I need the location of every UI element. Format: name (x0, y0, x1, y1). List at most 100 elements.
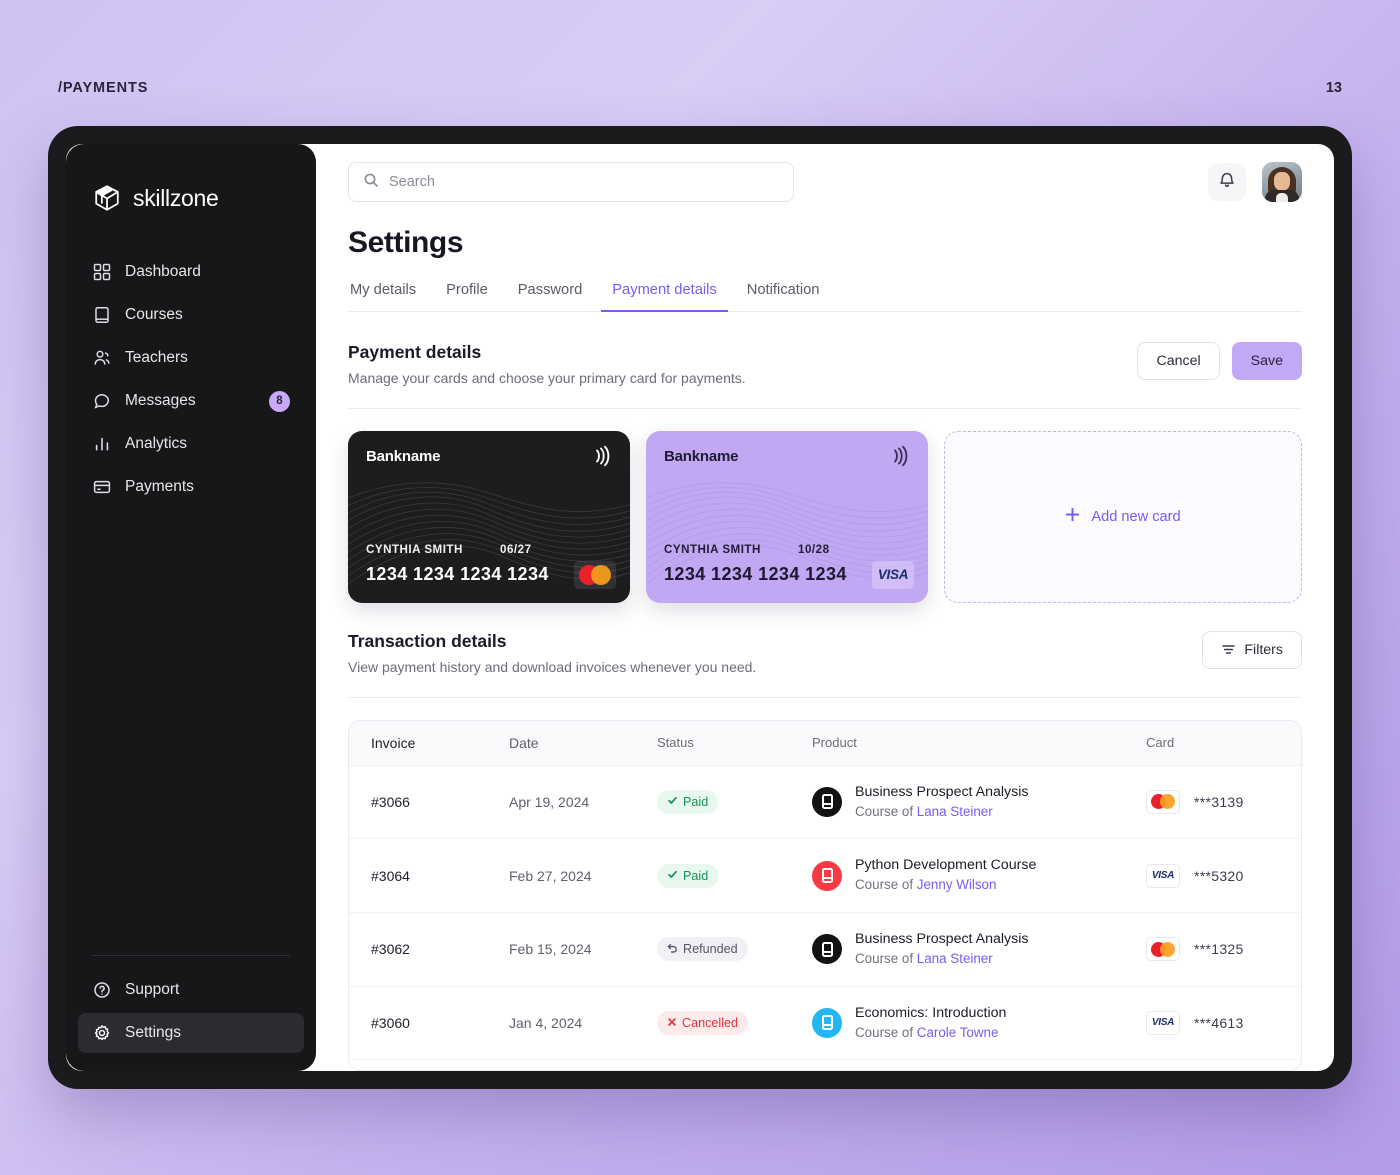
users-icon (92, 348, 112, 368)
add-new-card-label: Add new card (1091, 508, 1181, 525)
table-header-row: Invoice Date Status Product Card (349, 720, 1301, 766)
tab-notification[interactable]: Notification (745, 282, 822, 311)
sidebar-item-settings[interactable]: Settings (78, 1013, 304, 1053)
sidebar-item-messages[interactable]: Messages 8 (78, 381, 304, 421)
page-title: Settings (348, 226, 464, 259)
tab-password[interactable]: Password (516, 282, 585, 311)
credit-card-icon (92, 477, 112, 497)
cell-product: Business Prospect Analysis Course of Lan… (812, 912, 1146, 987)
tab-profile[interactable]: Profile (444, 282, 490, 311)
teacher-name[interactable]: Lana Steiner (917, 951, 993, 966)
sidebar-item-label: Analytics (125, 435, 188, 452)
cell-card: ***1325 (1146, 912, 1301, 987)
save-button[interactable]: Save (1231, 342, 1302, 380)
status-badge: Cancelled (657, 1010, 749, 1035)
status-badge: Refunded (657, 937, 748, 962)
product-name: Economics: Introduction (855, 1004, 1007, 1021)
cell-status: Cancelled (657, 986, 812, 1061)
main-content: Settings My details Profile Password Pay… (316, 144, 1334, 1071)
grid-icon (92, 262, 112, 282)
product-icon (812, 1007, 842, 1038)
product-name: Business Prospect Analysis (855, 783, 1029, 800)
sidebar-item-dashboard[interactable]: Dashboard (78, 252, 304, 292)
sidebar-item-courses[interactable]: Courses (78, 295, 304, 335)
filter-icon (1221, 642, 1236, 657)
credit-card-visa[interactable]: Bankname CYNTHIA SMITH 10/28 1234 1234 1… (646, 430, 928, 603)
cell-date: Apr 19, 2024 (509, 765, 657, 840)
tab-payment-details[interactable]: Payment details (601, 282, 728, 312)
sidebar-item-payments[interactable]: Payments (78, 467, 304, 507)
skillzone-logo-icon (92, 183, 122, 213)
payment-details-header: Payment details Manage your cards and ch… (348, 342, 1302, 386)
sidebar-item-analytics[interactable]: Analytics (78, 424, 304, 464)
sidebar-item-teachers[interactable]: Teachers (78, 338, 304, 378)
sidebar-nav: Dashboard Courses Teachers Messages 8 An… (66, 252, 316, 507)
cell-status: Refunded (657, 912, 812, 987)
transaction-details-header: Transaction details View payment history… (348, 630, 1302, 675)
status-badge: Paid (657, 863, 719, 888)
messages-badge: 8 (269, 390, 290, 412)
card-bank-name: Bankname (664, 447, 739, 465)
course-prefix: Course of (855, 951, 917, 967)
cell-invoice: #3064 (349, 838, 509, 913)
search-icon (363, 172, 379, 193)
divider (348, 696, 1302, 698)
column-header-invoice: Invoice (349, 720, 509, 766)
cell-card: ***3139 (1146, 765, 1301, 840)
bar-chart-icon (92, 434, 112, 454)
help-circle-icon (92, 980, 112, 1000)
cancel-button[interactable]: Cancel (1137, 342, 1220, 380)
cell-status: Paid (657, 838, 812, 913)
column-header-product: Product (812, 720, 1146, 766)
product-icon (812, 860, 842, 891)
brand-name: skillzone (133, 184, 219, 211)
check-icon (667, 869, 678, 883)
cell-card: VISA ***4613 (1146, 986, 1301, 1061)
teacher-name[interactable]: Lana Steiner (917, 804, 993, 819)
card-last-digits: ***1325 (1194, 941, 1244, 958)
add-new-card-button[interactable]: Add new card (944, 430, 1302, 603)
table-row[interactable]: #3060 Jan 4, 2024 Cancelled Economics: I… (349, 986, 1301, 1061)
table-row[interactable]: #3064 Feb 27, 2024 Paid Python Developme… (349, 838, 1301, 913)
app-window: skillzone Dashboard Courses Teachers Mes… (66, 144, 1334, 1071)
chat-icon (92, 391, 112, 411)
user-avatar[interactable] (1262, 162, 1302, 202)
cell-product: Business Prospect Analysis Course of Lan… (812, 765, 1146, 840)
product-icon (812, 786, 842, 817)
payment-details-title: Payment details (348, 342, 482, 362)
undo-icon (667, 942, 678, 956)
transactions-table: Invoice Date Status Product Card #3066 A… (348, 719, 1302, 1071)
search-box[interactable] (348, 162, 794, 202)
table-row[interactable]: #3066 Apr 19, 2024 Paid Business Prospec… (349, 765, 1301, 840)
status-badge: Paid (657, 789, 719, 814)
teacher-name[interactable]: Jenny Wilson (917, 877, 997, 892)
filters-button[interactable]: Filters (1202, 630, 1302, 669)
card-last-digits: ***4613 (1194, 1014, 1244, 1031)
check-icon (667, 795, 678, 809)
teacher-name[interactable]: Carole Towne (917, 1025, 999, 1040)
mastercard-logo-icon (574, 560, 616, 589)
cell-invoice: #3060 (349, 986, 509, 1061)
product-course: Course of Lana Steiner (855, 802, 1029, 821)
card-last-digits: ***3139 (1194, 793, 1244, 810)
cell-invoice: #3062 (349, 912, 509, 987)
status-label: Paid (683, 794, 709, 809)
search-input[interactable] (389, 174, 779, 190)
mastercard-logo-icon (1146, 937, 1180, 962)
notifications-button[interactable] (1208, 163, 1246, 201)
sidebar-item-support[interactable]: Support (78, 970, 304, 1010)
sidebar: skillzone Dashboard Courses Teachers Mes… (66, 144, 316, 1071)
tab-my-details[interactable]: My details (348, 282, 418, 311)
sidebar-item-label: Teachers (125, 349, 188, 366)
filters-label: Filters (1244, 641, 1283, 658)
cell-product: Python Development Course Course of Jenn… (812, 838, 1146, 913)
brand: skillzone (66, 168, 316, 220)
credit-card-mastercard[interactable]: Bankname CYNTHIA SMITH 06/27 1234 1234 1… (348, 430, 630, 603)
visa-logo-icon: VISA (1146, 1010, 1180, 1035)
table-row[interactable]: #3062 Feb 15, 2024 Refunded Business Pro… (349, 912, 1301, 987)
product-course: Course of Carole Towne (855, 1023, 1006, 1042)
visa-logo-icon: VISA (872, 560, 914, 589)
sidebar-item-label: Messages (125, 392, 196, 409)
column-header-card: Card (1146, 720, 1301, 766)
pagination: Previous 1 2 3 ... 8 9 10 Next (349, 1060, 1301, 1070)
